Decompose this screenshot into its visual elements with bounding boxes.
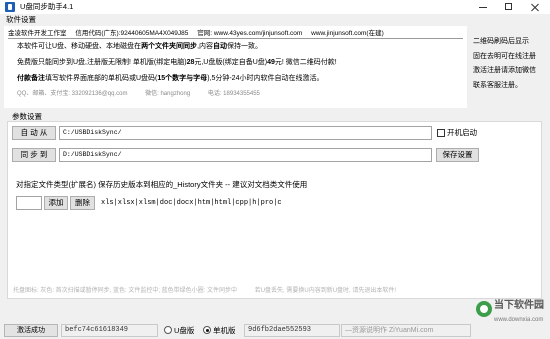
delete-extension-button[interactable]: 删除 xyxy=(70,196,95,210)
extension-list: xls|xlsx|xlsm|doc|docx|htm|html|cpp|h|pr… xyxy=(101,199,282,207)
tray-hint-icons: 托盘图标: 灰色: 首次扫描或暂停同步, 蓝色: 文件监控中; 蓝色带绿色小圈:… xyxy=(13,288,238,294)
target-folder-button[interactable]: 同 步 到 xyxy=(12,148,56,162)
history-description: 对指定文件类型(扩展名) 保存历史版本到相应的_History文件夹 -- 建议… xyxy=(16,180,308,189)
add-extension-button[interactable]: 添加 xyxy=(44,196,68,210)
maximize-icon xyxy=(505,3,512,10)
payment-note-text: ),5分钟-24小时内软件自动在线激活。 xyxy=(207,75,324,82)
payment-note-highlight: 付款备注 xyxy=(17,75,45,82)
minimize-button[interactable] xyxy=(470,0,496,14)
pricing-line: 免费版只能同步到U盘,注册版无限制! 单机版(绑定电脑)28元,U盘版(绑定自备… xyxy=(17,58,337,68)
pricing-text: 免费版只能同步到U盘,注册版无限制! 单机版(绑定电脑) xyxy=(17,59,187,66)
tray-hint-warning: 若U盘丢失, 需要换U内容到新U盘时, 请先退出本软件! xyxy=(254,288,397,294)
company-header: 金凌软件开发工作室 信用代码(广东):92440605MA4X049J85 官网… xyxy=(8,29,463,39)
website-new-link[interactable]: www.jinjunsoft.com(在建) xyxy=(311,30,384,37)
extension-input[interactable] xyxy=(16,196,42,210)
side-link-wechat[interactable]: 激活注册请添加微信 xyxy=(473,66,536,76)
close-icon xyxy=(530,2,540,12)
intro-text: 保持一致。 xyxy=(227,43,263,50)
payment-note-text: 填写软件界面底部的单机码或U盘码( xyxy=(45,75,158,82)
title-bar[interactable]: U盘同步助手4.1 xyxy=(0,0,550,14)
pricing-text: 元! 微信二维码付款! xyxy=(274,59,337,66)
menu-bar: 软件设置 xyxy=(0,14,550,26)
menu-item-settings[interactable]: 软件设置 xyxy=(5,14,37,26)
status-note: —资源说明作 ZiYuanMi.com xyxy=(341,324,471,337)
target-path-input[interactable]: D:/USBDiskSync/ xyxy=(59,148,432,162)
downxia-logo-icon xyxy=(476,301,492,317)
usb-code-field[interactable]: 9d6fb2dae552593 xyxy=(244,324,340,337)
side-link-support[interactable]: 联系客服注册。 xyxy=(473,81,522,91)
watermark-url: www.downxia.com xyxy=(494,317,544,323)
usb-edition-label[interactable]: U盘版 xyxy=(174,324,194,337)
info-panel: 金凌软件开发工作室 信用代码(广东):92440605MA4X049J85 官网… xyxy=(4,26,467,108)
credit-code: 信用代码(广东):92440605MA4X049J85 xyxy=(75,30,189,37)
side-link-register[interactable]: 固在去明可在线注册 xyxy=(473,52,536,62)
close-button[interactable] xyxy=(522,0,548,14)
watermark-name: 当下软件园 xyxy=(494,300,544,311)
standalone-edition-label[interactable]: 单机版 xyxy=(213,324,236,337)
company-name: 金凌软件开发工作室 xyxy=(8,30,67,37)
standalone-edition-radio[interactable] xyxy=(203,326,211,334)
watermark-logo: 当下软件园 www.downxia.com xyxy=(474,298,548,331)
intro-highlight: 自动 xyxy=(213,43,228,50)
side-links-panel: 二维码刷码后显示 固在去明可在线注册 激活注册请添加微信 联系客服注册。 xyxy=(470,26,548,108)
usb-sync-app-icon xyxy=(5,2,15,12)
source-path-input[interactable]: C:/USBDiskSync/ xyxy=(59,126,432,140)
pricing-text: 元,U盘版(绑定自备U盘) xyxy=(194,59,268,66)
side-link-qrcode[interactable]: 二维码刷码后显示 xyxy=(473,37,529,47)
maximize-button[interactable] xyxy=(496,0,522,14)
source-folder-button[interactable]: 自 动 从 xyxy=(12,126,56,140)
activation-status[interactable]: 激活成功 xyxy=(4,324,58,337)
intro-line: 本软件可让U盘、移动硬盘、本地磁盘在两个文件夹间同步,内容自动保持一致。 xyxy=(17,42,262,52)
minimize-icon xyxy=(479,7,487,8)
contact-wechat: 微信: hangzhong xyxy=(145,91,191,97)
autostart-checkbox[interactable] xyxy=(437,129,445,137)
tray-hint: 托盘图标: 灰色: 首次扫描或暂停同步, 蓝色: 文件监控中; 蓝色带绿色小圈:… xyxy=(13,287,396,295)
website-link[interactable]: 官网: www.43yes.com/jinjunsoft.com xyxy=(197,30,302,37)
payment-note-highlight: 15个数字与字母 xyxy=(157,75,208,82)
app-window: U盘同步助手4.1 软件设置 金凌软件开发工作室 信用代码(广东):924406… xyxy=(0,0,550,339)
intro-highlight: 两个文件夹间同步 xyxy=(141,43,198,50)
contact-line: QQ、邮箱、支付宝: 332092136@qq.com 微信: hangzhon… xyxy=(17,90,276,99)
intro-text: 本软件可让U盘、移动硬盘、本地磁盘在 xyxy=(17,43,142,50)
contact-phone: 电话: 18934355455 xyxy=(207,91,260,97)
intro-text: ,内容 xyxy=(197,43,214,50)
usb-edition-radio[interactable] xyxy=(164,326,172,334)
payment-note-line: 付款备注填写软件界面底部的单机码或U盘码(15个数字与字母),5分钟-24小时内… xyxy=(17,74,323,84)
window-title: U盘同步助手4.1 xyxy=(20,2,74,11)
contact-qq: QQ、邮箱、支付宝: 332092136@qq.com xyxy=(17,91,128,97)
usb-price: 49 xyxy=(267,59,275,66)
save-settings-button[interactable]: 保存设置 xyxy=(436,148,479,162)
autostart-label[interactable]: 开机启动 xyxy=(447,127,477,139)
machine-code-field[interactable]: befc74c61618349 xyxy=(61,324,158,337)
